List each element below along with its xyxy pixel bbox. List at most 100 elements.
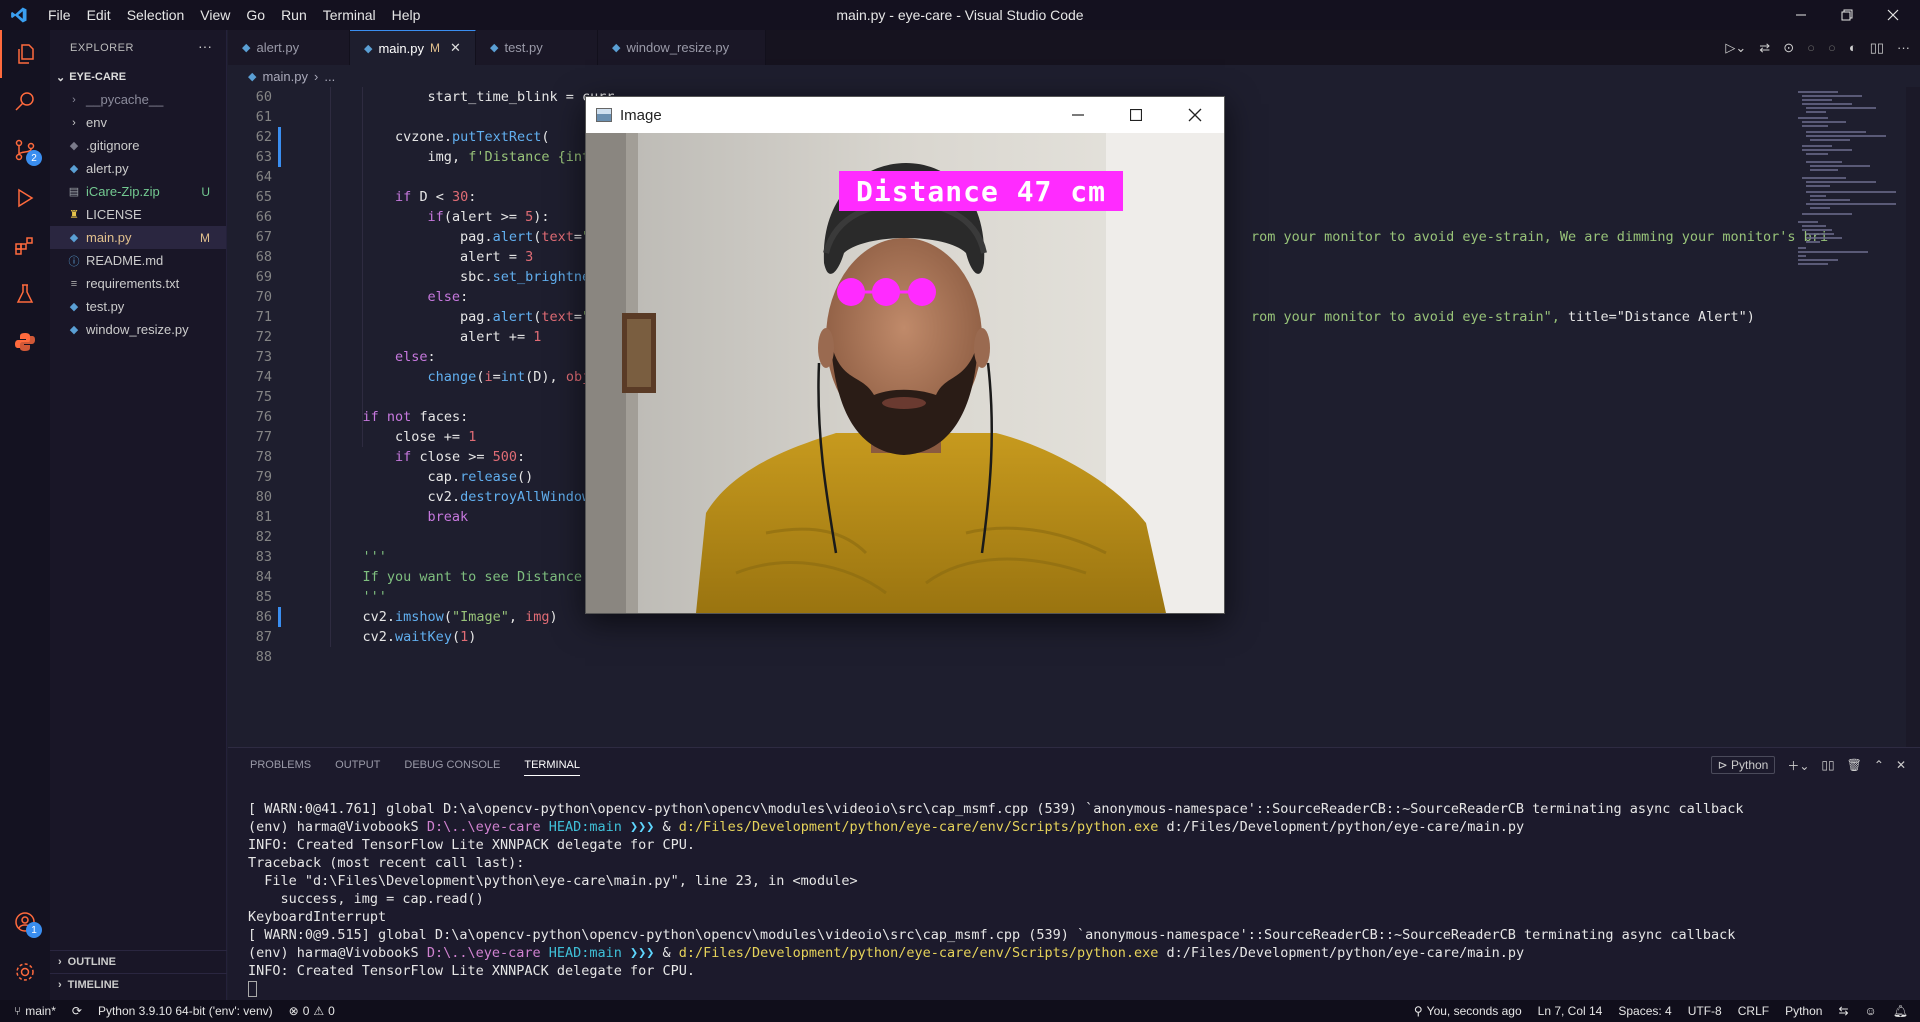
- previous-change-icon[interactable]: ○: [1807, 40, 1815, 55]
- restore-button[interactable]: [1824, 0, 1870, 30]
- status-feedback[interactable]: ☺: [1857, 1004, 1885, 1018]
- tab-terminal[interactable]: TERMINAL: [524, 759, 580, 776]
- outline-section[interactable]: › OUTLINE: [50, 950, 227, 972]
- tree-file-gitignore[interactable]: ◆ .gitignore: [50, 134, 226, 157]
- accounts-activity[interactable]: 1: [0, 898, 50, 946]
- tree-file-alert-py[interactable]: ◆ alert.py: [50, 157, 226, 180]
- editor-scrollbar[interactable]: [1906, 87, 1920, 747]
- tab-debug-console[interactable]: DEBUG CONSOLE: [404, 759, 500, 771]
- testing-activity[interactable]: [0, 270, 50, 318]
- status-interpreter[interactable]: Python 3.9.10 64-bit ('env': venv): [90, 1004, 281, 1018]
- image-window-titlebar[interactable]: Image: [586, 97, 1224, 133]
- terminal-input-line[interactable]: [248, 980, 1908, 998]
- image-minimize-button[interactable]: [1049, 97, 1107, 133]
- close-panel-icon[interactable]: ✕: [1896, 758, 1906, 772]
- error-count: 0: [302, 1004, 310, 1018]
- image-window-title: Image: [620, 106, 662, 124]
- extensions-activity[interactable]: [0, 222, 50, 270]
- run-file-icon[interactable]: ▷⌄: [1725, 40, 1746, 56]
- line-number: 86: [255, 609, 272, 625]
- breadcrumb: ◆ main.py › ...: [228, 65, 1920, 87]
- minimap[interactable]: [1796, 87, 1906, 287]
- status-branch[interactable]: ⑂ main*: [0, 1004, 64, 1018]
- python-activity[interactable]: [0, 318, 50, 366]
- maximize-panel-icon[interactable]: ⌃: [1874, 758, 1884, 772]
- terminal-output[interactable]: [ WARN:0@41.761] global D:\a\opencv-pyth…: [248, 800, 1908, 1000]
- minimize-button[interactable]: [1778, 0, 1824, 30]
- menu-run[interactable]: Run: [273, 0, 315, 30]
- status-sync[interactable]: ⟳: [64, 1004, 90, 1018]
- tree-file-readme[interactable]: ⓘ README.md: [50, 249, 226, 272]
- run-debug-activity[interactable]: [0, 174, 50, 222]
- menu-view[interactable]: View: [192, 0, 238, 30]
- tab-test-py[interactable]: ◆ test.py: [476, 30, 598, 65]
- source-control-badge: 2: [26, 150, 42, 166]
- tree-file-window-resize[interactable]: ◆ window_resize.py: [50, 318, 226, 341]
- warning-icon: ⚠: [313, 1004, 325, 1018]
- next-change-icon[interactable]: ○: [1828, 40, 1836, 55]
- timeline-dot-icon[interactable]: ⊙: [1783, 40, 1794, 56]
- menu-terminal[interactable]: Terminal: [315, 0, 384, 30]
- menu-go[interactable]: Go: [238, 0, 273, 30]
- menu-help[interactable]: Help: [384, 0, 429, 30]
- close-tab-icon[interactable]: ✕: [450, 40, 461, 56]
- chevron-down-icon: ⌄: [56, 71, 66, 84]
- menu-edit[interactable]: Edit: [79, 0, 119, 30]
- menu-selection[interactable]: Selection: [119, 0, 193, 30]
- status-settings-sync[interactable]: ⇆: [1830, 1004, 1856, 1018]
- tree-file-icare-zip[interactable]: ▤ iCare-Zip.zip U: [50, 180, 226, 203]
- status-indentation[interactable]: Spaces: 4: [1610, 1004, 1679, 1018]
- menu-file[interactable]: File: [40, 0, 79, 30]
- status-problems[interactable]: ⊗ 0 ⚠ 0: [281, 1004, 343, 1018]
- breadcrumb-file[interactable]: main.py: [262, 69, 308, 84]
- status-notifications[interactable]: 🔔︎: [1885, 1004, 1920, 1018]
- status-encoding[interactable]: UTF-8: [1680, 1004, 1730, 1018]
- line-number: 81: [255, 509, 272, 525]
- timeline-section[interactable]: › TIMELINE: [50, 973, 227, 995]
- split-terminal-icon[interactable]: ▯▯: [1821, 758, 1834, 772]
- webcam-frame: Distance 47 cm: [586, 133, 1224, 613]
- tab-main-py[interactable]: ◆ main.py M ✕: [350, 30, 476, 65]
- more-actions-icon[interactable]: ···: [198, 38, 212, 54]
- explorer-activity[interactable]: [0, 30, 50, 78]
- open-changes-icon[interactable]: ◐: [1849, 40, 1857, 55]
- line-number: 88: [255, 649, 272, 665]
- run-debug-icon: [18, 188, 34, 208]
- folder-header[interactable]: ⌄ EYE-CARE: [50, 66, 226, 88]
- image-close-button[interactable]: [1166, 97, 1224, 133]
- tab-problems[interactable]: PROBLEMS: [250, 759, 311, 771]
- image-maximize-button[interactable]: [1107, 97, 1165, 133]
- prompt-amp: &: [662, 945, 679, 961]
- breadcrumb-symbol[interactable]: ...: [324, 69, 335, 84]
- line-number: 70: [255, 289, 272, 305]
- new-terminal-icon[interactable]: ＋⌄: [1787, 757, 1809, 774]
- status-language[interactable]: Python: [1777, 1004, 1830, 1018]
- status-blame[interactable]: ⚲ You, seconds ago: [1406, 1004, 1530, 1018]
- tab-alert-py[interactable]: ◆ alert.py: [228, 30, 350, 65]
- more-actions-icon[interactable]: ···: [1897, 40, 1910, 55]
- split-editor-icon[interactable]: ▯▯: [1870, 40, 1884, 56]
- tree-item-label: main.py: [86, 230, 132, 245]
- panel-tabs: PROBLEMS OUTPUT DEBUG CONSOLE TERMINAL: [228, 748, 1920, 782]
- tree-item-label: env: [86, 115, 107, 130]
- manage-activity[interactable]: [0, 948, 50, 996]
- tree-file-main-py[interactable]: ◆ main.py M: [50, 226, 226, 249]
- compare-changes-icon[interactable]: ⇄: [1759, 40, 1770, 56]
- status-cursor-position[interactable]: Ln 7, Col 14: [1530, 1004, 1611, 1018]
- tab-output[interactable]: OUTPUT: [335, 759, 380, 771]
- opencv-image-window[interactable]: Image Distance 47 cm: [585, 96, 1225, 614]
- source-control-activity[interactable]: 2: [0, 126, 50, 174]
- kill-terminal-icon[interactable]: 🗑: [1847, 758, 1862, 772]
- tree-file-test-py[interactable]: ◆ test.py: [50, 295, 226, 318]
- close-window-button[interactable]: [1870, 0, 1916, 30]
- code-text: alert += 1: [460, 329, 542, 345]
- search-activity[interactable]: [0, 78, 50, 126]
- tab-window-resize-py[interactable]: ◆ window_resize.py: [598, 30, 766, 65]
- tree-folder-pycache[interactable]: › __pycache__: [50, 88, 226, 111]
- tree-file-requirements[interactable]: ≡ requirements.txt: [50, 272, 226, 295]
- terminal-shell-selector[interactable]: ⊳ Python: [1710, 756, 1776, 774]
- status-eol[interactable]: CRLF: [1730, 1004, 1777, 1018]
- tree-file-license[interactable]: ♜ LICENSE: [50, 203, 226, 226]
- tree-folder-env[interactable]: › env: [50, 111, 226, 134]
- python-file-icon: ◆: [69, 163, 79, 175]
